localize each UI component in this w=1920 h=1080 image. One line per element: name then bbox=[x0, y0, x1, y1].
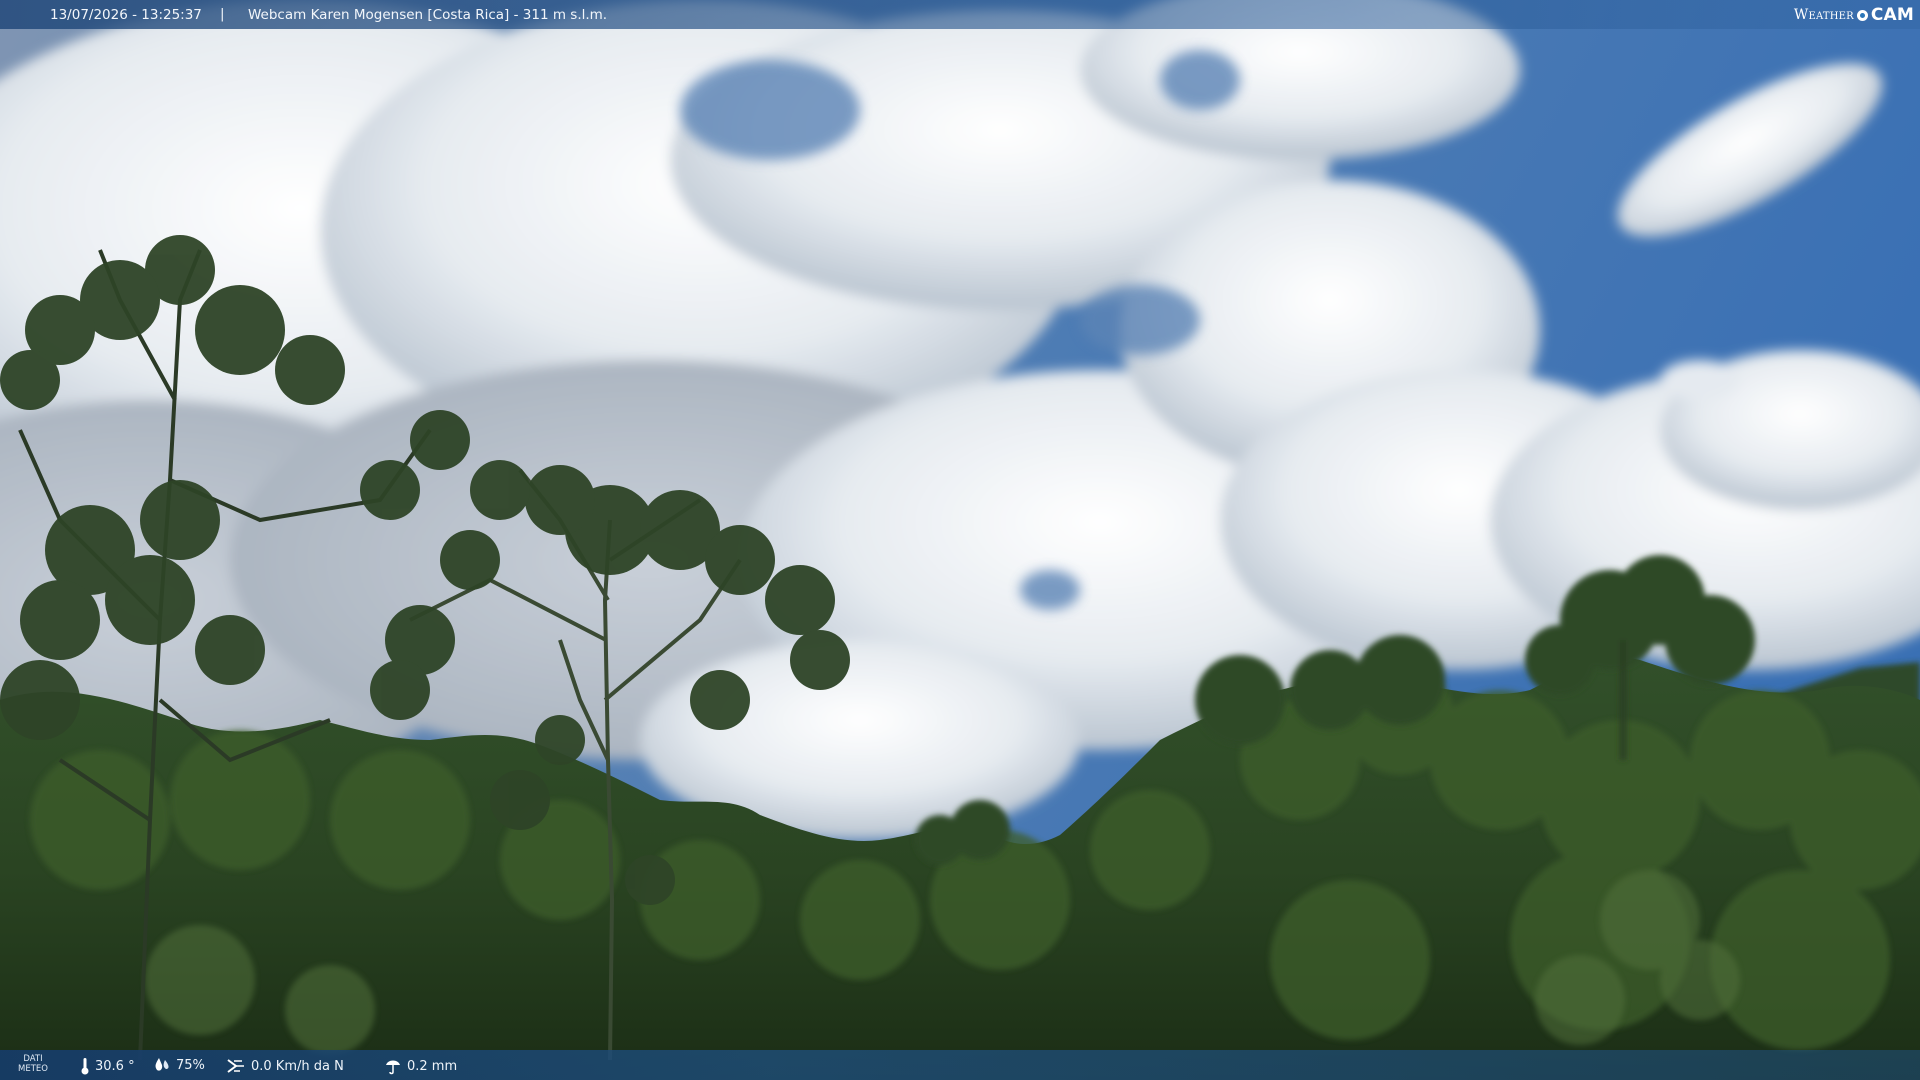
webcam-title: Webcam Karen Mogensen [Costa Rica] - 311… bbox=[248, 7, 608, 23]
webcam-scene bbox=[0, 0, 1920, 1080]
timestamp: 13/07/2026 - 13:25:37 bbox=[50, 7, 202, 23]
wind-icon bbox=[227, 1059, 244, 1073]
webcam-info-bar: 13/07/2026 - 13:25:37 | Webcam Karen Mog… bbox=[0, 0, 1920, 29]
humidity-stat: 75% bbox=[153, 1057, 205, 1073]
logo-dot-icon bbox=[1856, 9, 1868, 21]
logo-text-cam: CAM bbox=[1870, 5, 1914, 25]
meteo-data-bar: DATI METEO 30.6 ° 75% 0.0 Km/h da N 0.2 … bbox=[0, 1050, 1920, 1080]
humidity-value: 75% bbox=[176, 1057, 205, 1073]
logo-text-weather: Weather bbox=[1793, 7, 1854, 23]
humidity-drop-icon bbox=[155, 1058, 169, 1071]
separator: | bbox=[220, 6, 225, 22]
weathercam-logo[interactable]: Weather CAM bbox=[1794, 4, 1914, 26]
rain-value: 0.2 mm bbox=[407, 1058, 458, 1074]
thermometer-icon bbox=[81, 1058, 89, 1075]
rain-stat: 0.2 mm bbox=[384, 1057, 457, 1075]
temperature-stat: 30.6 ° bbox=[80, 1057, 135, 1075]
wind-value: 0.0 Km/h da N bbox=[251, 1058, 344, 1074]
rain-icon bbox=[386, 1060, 400, 1075]
meteo-label-line2: METEO bbox=[18, 1064, 48, 1074]
meteo-label: DATI METEO bbox=[18, 1054, 48, 1074]
temperature-value: 30.6 ° bbox=[95, 1058, 135, 1074]
meteo-label-line1: DATI bbox=[23, 1054, 43, 1064]
wind-stat: 0.0 Km/h da N bbox=[226, 1057, 344, 1075]
